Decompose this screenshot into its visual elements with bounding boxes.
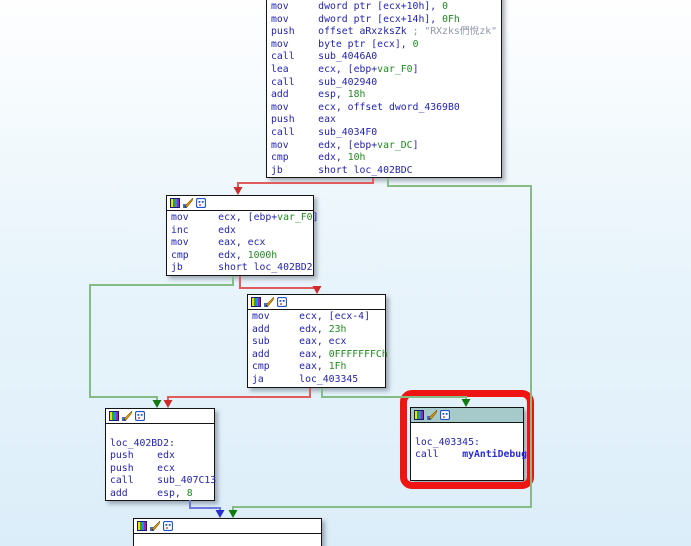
asm-line: lea ecx, [ebp+var_F0] (267, 64, 501, 77)
edge-top-fallthrough-to-loop (238, 178, 373, 189)
block-loc-402BD2[interactable]: loc_402BD2:push edxpush ecxcall sub_407C… (105, 408, 215, 501)
block-entry-top[interactable]: mov dword ptr [ecx+10h], 0mov dword ptr … (266, 0, 502, 178)
asm-line: call sub_407C13 (106, 475, 214, 488)
edit-node-icon[interactable] (150, 521, 160, 531)
edge-loc402BD2-to-bottom-arrowhead (216, 510, 225, 518)
asm-line: jb short loc_402BDC (267, 165, 501, 178)
node-window-icon[interactable] (163, 521, 173, 531)
node-window-icon[interactable] (196, 198, 206, 208)
edge-top-fallthrough-to-loop-arrowhead (234, 187, 243, 195)
asm-line: push eax (267, 114, 501, 127)
asm-line: loc_402BD2: (106, 438, 214, 451)
asm-line: jb short loc_402BD2 (167, 262, 313, 275)
edit-node-icon[interactable] (264, 297, 274, 307)
asm-line: ja loc_403345 (248, 374, 385, 387)
asm-line: mov ecx, offset dword_4369B0 (267, 102, 501, 115)
block-bottom-loc-402BDC-header[interactable] (134, 519, 321, 534)
node-window-icon[interactable] (277, 297, 287, 307)
block-entry-top-code: mov dword ptr [ecx+10h], 0mov dword ptr … (267, 0, 501, 177)
asm-line: call sub_4046A0 (267, 51, 501, 64)
node-color-icon[interactable] (109, 411, 119, 421)
node-color-icon[interactable] (170, 198, 180, 208)
block-bounds-check-code: mov ecx, [ecx-4]add edx, 23hsub eax, ecx… (248, 310, 385, 387)
asm-line (106, 425, 214, 438)
node-color-icon[interactable] (137, 521, 147, 531)
asm-line: add eax, 0FFFFFFFCh (248, 349, 385, 362)
edge-check-fallthrough-to-loc402BD2 (168, 388, 310, 402)
block-loop-counter-code: mov ecx, [ebp+var_F0]inc edxmov eax, ecx… (167, 211, 313, 275)
asm-line: push edx (106, 450, 214, 463)
edge-loop-jb-to-loc402BD2 (90, 276, 233, 402)
asm-line: inc edx (167, 225, 313, 238)
asm-line: mov dword ptr [ecx+10h], 0 (267, 1, 501, 14)
block-bounds-check[interactable]: mov ecx, [ecx-4]add edx, 23hsub eax, ecx… (247, 294, 386, 388)
asm-line: mov dword ptr [ecx+14h], 0Fh (267, 14, 501, 27)
edit-node-icon[interactable] (122, 411, 132, 421)
asm-line: mov ecx, [ebp+var_F0] (167, 212, 313, 225)
edge-loop-fallthrough-to-check-arrowhead (313, 286, 322, 294)
asm-line: mov edx, [ebp+var_DC] (267, 140, 501, 153)
asm-line: mov eax, ecx (167, 237, 313, 250)
asm-line: add esp, 8 (106, 488, 214, 501)
edge-loc402BD2-to-bottom (190, 500, 220, 512)
asm-line: mov byte ptr [ecx], 0 (267, 39, 501, 52)
edit-node-icon[interactable] (183, 198, 193, 208)
node-window-icon[interactable] (135, 411, 145, 421)
asm-line: sub eax, ecx (248, 336, 385, 349)
block-bottom-loc-402BDC[interactable] (133, 518, 322, 546)
asm-line: call sub_4034F0 (267, 127, 501, 140)
edge-loop-fallthrough-to-check (240, 276, 317, 288)
block-loop-counter[interactable]: mov ecx, [ebp+var_F0]inc edxmov eax, ecx… (166, 195, 314, 276)
asm-line: cmp eax, 1Fh (248, 361, 385, 374)
asm-line: cmp edx, 1000h (167, 250, 313, 263)
asm-line: add edx, 23h (248, 324, 385, 337)
asm-line: push offset aRxzksZk ; "RXzks們悅zk" (267, 26, 501, 39)
asm-line: cmp edx, 10h (267, 152, 501, 165)
asm-line: add esp, 18h (267, 89, 501, 102)
edge-check-fallthrough-to-loc402BD2-arrowhead (164, 400, 173, 408)
edge-loop-jb-to-loc402BD2-arrowhead (153, 400, 162, 408)
asm-line: mov ecx, [ecx-4] (248, 311, 385, 324)
block-loc-402BD2-header[interactable] (106, 409, 214, 424)
node-color-icon[interactable] (251, 297, 261, 307)
antidebug-highlight-box (400, 390, 534, 489)
asm-line: call sub_402940 (267, 77, 501, 90)
asm-line: push ecx (106, 463, 214, 476)
graph-view-canvas[interactable]: mov dword ptr [ecx+10h], 0mov dword ptr … (0, 0, 691, 546)
asm-line (134, 535, 321, 546)
block-loc-402BD2-code: loc_402BD2:push edxpush ecxcall sub_407C… (106, 424, 214, 501)
block-loop-counter-header[interactable] (167, 196, 313, 211)
edge-top-jb-to-loc402BDC-arrowhead (229, 510, 238, 518)
block-bottom-loc-402BDC-code (134, 534, 321, 546)
block-bounds-check-header[interactable] (248, 295, 385, 310)
